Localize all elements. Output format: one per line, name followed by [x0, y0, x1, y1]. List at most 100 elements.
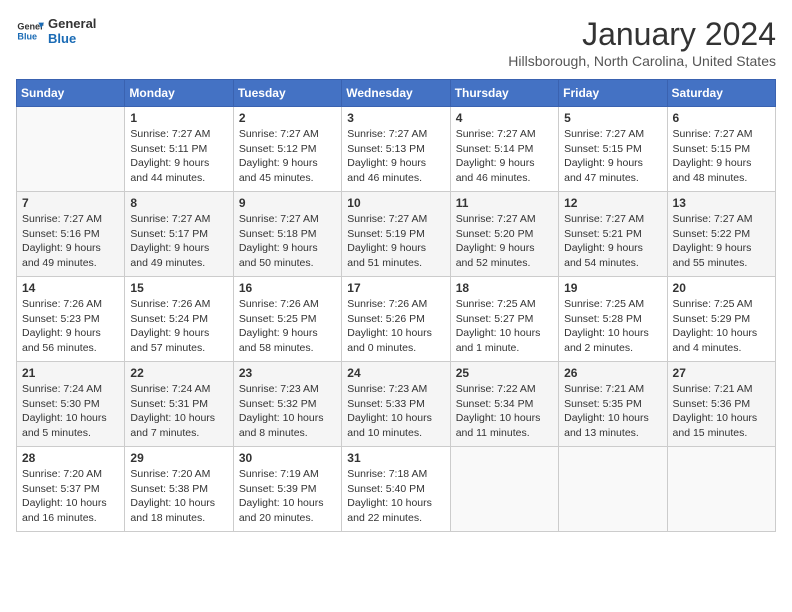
- day-info: Sunrise: 7:23 AM Sunset: 5:33 PM Dayligh…: [347, 382, 444, 441]
- logo-text-general: General: [48, 16, 96, 31]
- month-title: January 2024: [508, 16, 776, 53]
- day-info: Sunrise: 7:27 AM Sunset: 5:11 PM Dayligh…: [130, 127, 227, 186]
- day-info: Sunrise: 7:27 AM Sunset: 5:18 PM Dayligh…: [239, 212, 336, 271]
- weekday-header-cell: Wednesday: [342, 80, 450, 107]
- calendar-week-row: 21Sunrise: 7:24 AM Sunset: 5:30 PM Dayli…: [17, 362, 776, 447]
- day-number: 6: [673, 111, 770, 125]
- day-info: Sunrise: 7:26 AM Sunset: 5:23 PM Dayligh…: [22, 297, 119, 356]
- calendar-day-cell: 2 Sunrise: 7:27 AM Sunset: 5:12 PM Daylig…: [233, 107, 341, 192]
- calendar-day-cell: 17Sunrise: 7:26 AM Sunset: 5:26 PM Dayli…: [342, 277, 450, 362]
- day-info: Sunrise: 7:27 AM Sunset: 5:15 PM Dayligh…: [673, 127, 770, 186]
- calendar-day-cell: 20 Sunrise: 7:25 AM Sunset: 5:29 PM Dayli…: [667, 277, 775, 362]
- calendar-day-cell: 29Sunrise: 7:20 AM Sunset: 5:38 PM Dayli…: [125, 447, 233, 532]
- logo-text-blue: Blue: [48, 31, 96, 46]
- location-subtitle: Hillsborough, North Carolina, United Sta…: [508, 53, 776, 69]
- calendar-day-cell: [17, 107, 125, 192]
- weekday-header-row: SundayMondayTuesdayWednesdayThursdayFrid…: [17, 80, 776, 107]
- day-number: 7: [22, 196, 119, 210]
- weekday-header-cell: Saturday: [667, 80, 775, 107]
- weekday-header-cell: Thursday: [450, 80, 558, 107]
- calendar-table: SundayMondayTuesdayWednesdayThursdayFrid…: [16, 79, 776, 532]
- day-info: Sunrise: 7:27 AM Sunset: 5:19 PM Dayligh…: [347, 212, 444, 271]
- day-info: Sunrise: 7:21 AM Sunset: 5:35 PM Dayligh…: [564, 382, 661, 441]
- day-info: Sunrise: 7:27 AM Sunset: 5:15 PM Dayligh…: [564, 127, 661, 186]
- day-info: Sunrise: 7:25 AM Sunset: 5:28 PM Dayligh…: [564, 297, 661, 356]
- calendar-day-cell: 9 Sunrise: 7:27 AM Sunset: 5:18 PM Daylig…: [233, 192, 341, 277]
- calendar-day-cell: 21Sunrise: 7:24 AM Sunset: 5:30 PM Dayli…: [17, 362, 125, 447]
- weekday-header-cell: Tuesday: [233, 80, 341, 107]
- calendar-day-cell: 26 Sunrise: 7:21 AM Sunset: 5:35 PM Dayli…: [559, 362, 667, 447]
- calendar-week-row: 14Sunrise: 7:26 AM Sunset: 5:23 PM Dayli…: [17, 277, 776, 362]
- day-number: 12: [564, 196, 661, 210]
- day-number: 20: [673, 281, 770, 295]
- day-number: 30: [239, 451, 336, 465]
- calendar-day-cell: 11 Sunrise: 7:27 AM Sunset: 5:20 PM Dayli…: [450, 192, 558, 277]
- day-number: 1: [130, 111, 227, 125]
- day-number: 24: [347, 366, 444, 380]
- day-info: Sunrise: 7:18 AM Sunset: 5:40 PM Dayligh…: [347, 467, 444, 526]
- day-info: Sunrise: 7:20 AM Sunset: 5:37 PM Dayligh…: [22, 467, 119, 526]
- calendar-day-cell: 31 Sunrise: 7:18 AM Sunset: 5:40 PM Dayli…: [342, 447, 450, 532]
- day-info: Sunrise: 7:27 AM Sunset: 5:21 PM Dayligh…: [564, 212, 661, 271]
- day-number: 27: [673, 366, 770, 380]
- day-number: 31: [347, 451, 444, 465]
- weekday-header-cell: Friday: [559, 80, 667, 107]
- day-number: 11: [456, 196, 553, 210]
- calendar-day-cell: 24 Sunrise: 7:23 AM Sunset: 5:33 PM Dayli…: [342, 362, 450, 447]
- day-number: 5: [564, 111, 661, 125]
- day-number: 2: [239, 111, 336, 125]
- calendar-day-cell: 30 Sunrise: 7:19 AM Sunset: 5:39 PM Dayli…: [233, 447, 341, 532]
- day-number: 28: [22, 451, 119, 465]
- day-number: 25: [456, 366, 553, 380]
- calendar-day-cell: 18 Sunrise: 7:25 AM Sunset: 5:27 PM Dayli…: [450, 277, 558, 362]
- day-info: Sunrise: 7:19 AM Sunset: 5:39 PM Dayligh…: [239, 467, 336, 526]
- logo-icon: General Blue: [16, 17, 44, 45]
- title-section: January 2024 Hillsborough, North Carolin…: [508, 16, 776, 69]
- day-info: Sunrise: 7:21 AM Sunset: 5:36 PM Dayligh…: [673, 382, 770, 441]
- day-info: Sunrise: 7:25 AM Sunset: 5:27 PM Dayligh…: [456, 297, 553, 356]
- calendar-day-cell: 3Sunrise: 7:27 AM Sunset: 5:13 PM Daylig…: [342, 107, 450, 192]
- day-info: Sunrise: 7:22 AM Sunset: 5:34 PM Dayligh…: [456, 382, 553, 441]
- calendar-week-row: 7Sunrise: 7:27 AM Sunset: 5:16 PM Daylig…: [17, 192, 776, 277]
- day-number: 8: [130, 196, 227, 210]
- calendar-day-cell: 6 Sunrise: 7:27 AM Sunset: 5:15 PM Daylig…: [667, 107, 775, 192]
- day-number: 15: [130, 281, 227, 295]
- calendar-day-cell: 22 Sunrise: 7:24 AM Sunset: 5:31 PM Dayli…: [125, 362, 233, 447]
- day-number: 3: [347, 111, 444, 125]
- day-number: 4: [456, 111, 553, 125]
- calendar-day-cell: 25 Sunrise: 7:22 AM Sunset: 5:34 PM Dayli…: [450, 362, 558, 447]
- day-number: 21: [22, 366, 119, 380]
- day-info: Sunrise: 7:27 AM Sunset: 5:12 PM Dayligh…: [239, 127, 336, 186]
- calendar-day-cell: 28 Sunrise: 7:20 AM Sunset: 5:37 PM Dayli…: [17, 447, 125, 532]
- day-info: Sunrise: 7:27 AM Sunset: 5:17 PM Dayligh…: [130, 212, 227, 271]
- day-info: Sunrise: 7:27 AM Sunset: 5:20 PM Dayligh…: [456, 212, 553, 271]
- day-info: Sunrise: 7:27 AM Sunset: 5:22 PM Dayligh…: [673, 212, 770, 271]
- day-info: Sunrise: 7:26 AM Sunset: 5:26 PM Dayligh…: [347, 297, 444, 356]
- day-number: 19: [564, 281, 661, 295]
- weekday-header-cell: Monday: [125, 80, 233, 107]
- day-info: Sunrise: 7:24 AM Sunset: 5:31 PM Dayligh…: [130, 382, 227, 441]
- calendar-day-cell: 12 Sunrise: 7:27 AM Sunset: 5:21 PM Dayli…: [559, 192, 667, 277]
- day-info: Sunrise: 7:26 AM Sunset: 5:25 PM Dayligh…: [239, 297, 336, 356]
- logo: General Blue General Blue: [16, 16, 96, 46]
- day-number: 18: [456, 281, 553, 295]
- calendar-day-cell: 7Sunrise: 7:27 AM Sunset: 5:16 PM Daylig…: [17, 192, 125, 277]
- day-info: Sunrise: 7:20 AM Sunset: 5:38 PM Dayligh…: [130, 467, 227, 526]
- calendar-day-cell: 19 Sunrise: 7:25 AM Sunset: 5:28 PM Dayli…: [559, 277, 667, 362]
- calendar-day-cell: 1 Sunrise: 7:27 AM Sunset: 5:11 PM Daylig…: [125, 107, 233, 192]
- day-info: Sunrise: 7:25 AM Sunset: 5:29 PM Dayligh…: [673, 297, 770, 356]
- day-number: 16: [239, 281, 336, 295]
- calendar-week-row: 1 Sunrise: 7:27 AM Sunset: 5:11 PM Daylig…: [17, 107, 776, 192]
- day-info: Sunrise: 7:26 AM Sunset: 5:24 PM Dayligh…: [130, 297, 227, 356]
- day-number: 10: [347, 196, 444, 210]
- calendar-day-cell: 10 Sunrise: 7:27 AM Sunset: 5:19 PM Dayli…: [342, 192, 450, 277]
- svg-text:Blue: Blue: [17, 31, 37, 41]
- calendar-day-cell: 27 Sunrise: 7:21 AM Sunset: 5:36 PM Dayli…: [667, 362, 775, 447]
- day-number: 22: [130, 366, 227, 380]
- calendar-day-cell: 14Sunrise: 7:26 AM Sunset: 5:23 PM Dayli…: [17, 277, 125, 362]
- day-number: 26: [564, 366, 661, 380]
- calendar-day-cell: 8 Sunrise: 7:27 AM Sunset: 5:17 PM Daylig…: [125, 192, 233, 277]
- calendar-day-cell: [559, 447, 667, 532]
- day-info: Sunrise: 7:27 AM Sunset: 5:14 PM Dayligh…: [456, 127, 553, 186]
- day-number: 9: [239, 196, 336, 210]
